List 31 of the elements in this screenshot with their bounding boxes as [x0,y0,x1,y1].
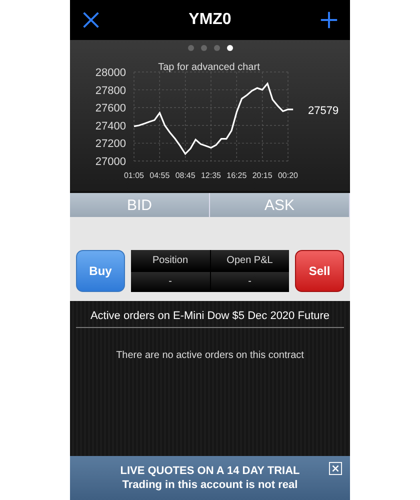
y-tick-label: 27600 [95,102,126,115]
y-tick-label: 27200 [95,138,126,150]
banner-title: LIVE QUOTES ON A 14 DAY TRIAL [120,465,300,477]
y-tick-label: 27800 [95,84,126,97]
x-tick-label: 01:05 [124,171,144,180]
x-tick-label: 12:35 [200,171,222,180]
page-dot[interactable] [226,45,232,51]
page-dot[interactable] [188,45,194,51]
x-tick-label: 08:45 [175,171,196,180]
y-tick-label: 28000 [95,67,126,79]
add-icon[interactable] [320,11,338,29]
x-tick-label: 16:25 [226,171,247,180]
close-icon[interactable] [82,11,100,29]
sell-button[interactable]: Sell [295,250,344,292]
x-tick-label: 20:15 [252,171,272,180]
x-tick-label: 00:20 [278,171,298,180]
chart-hint[interactable]: Tap for advanced chart [158,62,260,73]
y-tick-label: 27400 [95,120,126,132]
empty-message: There are no active orders on this contract [115,350,305,361]
last-price: 27579 [308,105,339,117]
page-dot[interactable] [214,45,220,51]
page-dot[interactable] [200,45,206,51]
x-tick-label: 04:55 [150,171,170,180]
window-title: YMZ0 [188,11,232,29]
orders-heading: Active orders on E-Mini Dow $5 Dec 2020 Future [76,301,344,328]
open-pnl-label: Open P&L [210,250,289,270]
open-pnl-value: - [210,272,289,292]
y-tick-label: 27000 [95,156,126,168]
position-value: - [131,272,210,292]
position-label: Position [131,250,210,270]
banner-subtitle: Trading in this account is not real [122,479,298,491]
